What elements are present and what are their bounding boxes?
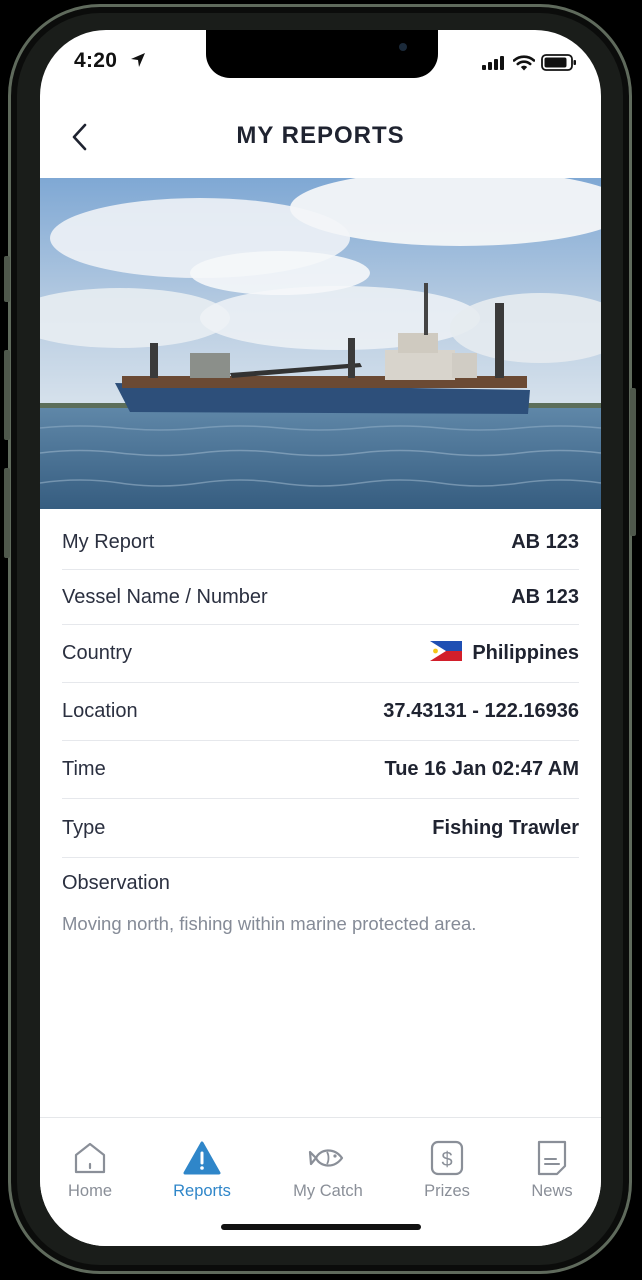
tab-prizes[interactable]: $ Prizes [397,1138,497,1201]
tab-reports[interactable]: Reports [152,1138,252,1201]
alert-icon [183,1141,221,1175]
home-indicator [221,1224,421,1230]
vessel-value: AB 123 [511,585,579,608]
notch [206,30,438,78]
news-icon [537,1140,567,1176]
front-camera [399,43,407,51]
country-value: Philippines [430,640,579,667]
detail-row-vessel: Vessel Name / Number AB 123 [62,570,579,625]
side-button-power [630,388,636,536]
location-label: Location [62,700,138,722]
home-icon [74,1142,106,1174]
tab-home[interactable]: Home [40,1138,140,1201]
report-photo[interactable] [40,178,601,509]
tab-home-label: Home [67,1182,112,1200]
type-label: Type [62,816,106,839]
my-report-label: My Report [62,531,155,553]
location-arrow-icon [130,52,146,73]
detail-row-country: Country Philippines [62,625,579,683]
country-label: Country [62,642,133,664]
tab-my-catch-label: My Catch [293,1182,363,1200]
detail-row-type: Type Fishing Trawler [62,799,579,858]
vessel-label: Vessel Name / Number [62,585,268,608]
observation-label: Observation [62,872,170,894]
report-details: My Report AB 123 Vessel Name / Number AB… [62,514,579,935]
detail-row-location: Location 37.43131 - 122.16936 [62,683,579,741]
svg-text:$: $ [441,1149,452,1171]
fish-icon [308,1149,344,1167]
tab-my-catch[interactable]: My Catch [278,1138,378,1201]
type-value: Fishing Trawler [432,816,579,839]
tab-bar: Home Reports My Catch $ Prizes News [40,1117,601,1246]
tab-news-label: News [531,1182,573,1200]
signal-icon [481,55,507,76]
side-button-mute [4,256,10,302]
my-report-value: AB 123 [511,531,579,553]
page-title: MY REPORTS [236,122,405,149]
tab-news[interactable]: News [502,1138,601,1201]
location-value: 37.43131 - 122.16936 [383,700,579,722]
time-value: Tue 16 Jan 02:47 AM [384,758,579,780]
country-name: Philippines [472,642,579,664]
tab-reports-label: Reports [173,1182,231,1200]
detail-row-my-report: My Report AB 123 [62,514,579,570]
time-label: Time [62,758,106,780]
nav-bar: MY REPORTS [40,94,601,178]
dollar-icon: $ [430,1140,464,1176]
side-button-volume-up [4,350,10,440]
wifi-icon [512,54,536,76]
status-time: 4:20 [74,49,118,72]
side-button-volume-down [4,468,10,558]
battery-icon [541,54,577,76]
observation-text: Moving north, fishing within marine prot… [62,913,477,934]
screen: 4:20 MY REPORTS My Report AB 123 Vessel … [40,30,601,1246]
tab-prizes-label: Prizes [424,1182,470,1200]
status-icons [481,54,577,76]
philippines-flag-icon [430,640,463,667]
detail-row-time: Time Tue 16 Jan 02:47 AM [62,741,579,799]
